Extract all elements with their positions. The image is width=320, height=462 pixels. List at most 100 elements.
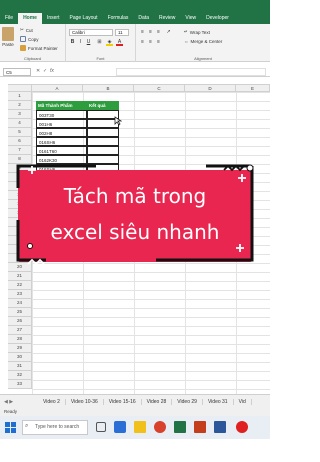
- align-left-button[interactable]: ≡: [139, 39, 146, 46]
- copy-button[interactable]: Copy: [20, 36, 39, 42]
- row-header[interactable]: 28: [8, 335, 32, 344]
- cut-button[interactable]: ✂ Cut: [20, 27, 33, 33]
- file-explorer-icon[interactable]: [134, 421, 146, 433]
- font-size-select[interactable]: 11: [115, 29, 129, 36]
- font-color-button[interactable]: A: [116, 39, 123, 46]
- table-cell[interactable]: 002H8: [36, 128, 87, 137]
- sheet-tab[interactable]: Video 28: [142, 398, 173, 405]
- row-header[interactable]: 5: [8, 128, 32, 137]
- enter-icon[interactable]: ✓: [43, 68, 47, 74]
- sheet-tab[interactable]: Vid: [234, 398, 252, 405]
- table-cell[interactable]: 003T30: [36, 110, 87, 119]
- row-header[interactable]: 1: [8, 92, 32, 101]
- wrap-text-icon: ↵: [184, 29, 188, 34]
- sheet-tab[interactable]: Video 31: [203, 398, 234, 405]
- sheet-nav-arrows[interactable]: ◀ ▶: [0, 399, 38, 405]
- italic-button[interactable]: I: [77, 39, 84, 46]
- font-color-icon: A: [117, 39, 122, 45]
- chrome-icon[interactable]: [154, 421, 166, 433]
- align-top-button[interactable]: ≡: [139, 29, 146, 36]
- wrap-text-button[interactable]: ↵ Wrap Text: [184, 29, 210, 35]
- table-cell[interactable]: 0161T60: [36, 146, 87, 155]
- app-icon[interactable]: [236, 421, 248, 433]
- row-header[interactable]: 22: [8, 281, 32, 290]
- column-header-e[interactable]: E: [236, 84, 270, 92]
- borders-button[interactable]: ⊞: [96, 39, 103, 46]
- column-header-d[interactable]: D: [185, 84, 236, 92]
- header-cell-code[interactable]: Mã Thành Phẩm: [36, 101, 87, 110]
- word-icon[interactable]: [214, 421, 226, 433]
- row-header[interactable]: 27: [8, 326, 32, 335]
- header-cell-result[interactable]: Kết quả: [87, 101, 119, 110]
- edge-icon[interactable]: [114, 421, 126, 433]
- sheet-tab[interactable]: Video 2: [38, 398, 66, 405]
- row-header[interactable]: 2: [8, 101, 32, 110]
- font-family-select[interactable]: Calibri: [69, 29, 113, 36]
- row-header[interactable]: 26: [8, 317, 32, 326]
- name-box[interactable]: C5: [3, 68, 31, 76]
- select-all-corner[interactable]: [8, 84, 32, 92]
- bold-button[interactable]: B: [69, 39, 76, 46]
- column-header-c[interactable]: C: [134, 84, 185, 92]
- tab-data[interactable]: Data: [133, 13, 154, 23]
- format-painter-button[interactable]: Format Painter: [20, 45, 58, 51]
- table-cell[interactable]: [87, 137, 119, 146]
- row-header[interactable]: 21: [8, 272, 32, 281]
- paste-button[interactable]: Paste: [2, 27, 14, 47]
- row-header[interactable]: 23: [8, 290, 32, 299]
- sheet-tab[interactable]: Video 10-36: [66, 398, 104, 405]
- fill-color-button[interactable]: ◈: [106, 39, 113, 46]
- row-header[interactable]: 32: [8, 371, 32, 380]
- column-header-a[interactable]: A: [32, 84, 83, 92]
- row-header[interactable]: 25: [8, 308, 32, 317]
- row-header[interactable]: 7: [8, 146, 32, 155]
- formula-controls: ✕ ✓ fx: [36, 68, 54, 74]
- row-header[interactable]: 33: [8, 380, 32, 389]
- status-bar: Ready: [0, 408, 270, 416]
- row-header[interactable]: 29: [8, 344, 32, 353]
- wrap-text-label: Wrap Text: [189, 29, 210, 35]
- table-cell[interactable]: 016SH6: [36, 137, 87, 146]
- orientation-button[interactable]: ↗: [165, 29, 172, 36]
- task-view-icon[interactable]: [96, 422, 106, 432]
- row-header[interactable]: 24: [8, 299, 32, 308]
- table-cell[interactable]: [87, 146, 119, 155]
- align-center-button[interactable]: ≡: [147, 39, 154, 46]
- column-header-b[interactable]: B: [83, 84, 134, 92]
- row-header[interactable]: 3: [8, 110, 32, 119]
- align-middle-button[interactable]: ≡: [147, 29, 154, 36]
- table-cell[interactable]: [87, 128, 119, 137]
- align-right-button[interactable]: ≡: [155, 39, 162, 46]
- merge-icon: ⇔: [184, 39, 189, 44]
- tab-developer[interactable]: Developer: [201, 13, 234, 23]
- fill-bucket-icon: ◈: [107, 39, 112, 45]
- underline-button[interactable]: U: [85, 39, 92, 46]
- cancel-icon[interactable]: ✕: [36, 68, 40, 74]
- table-cell[interactable]: 001H6: [36, 119, 87, 128]
- taskbar-search-input[interactable]: Type here to search: [22, 420, 88, 435]
- tab-formulas[interactable]: Formulas: [103, 13, 134, 23]
- tab-home[interactable]: Home: [18, 13, 42, 24]
- tab-view[interactable]: View: [180, 13, 201, 23]
- merge-center-button[interactable]: ⇔ Merge & Center: [184, 39, 222, 44]
- row-header[interactable]: 30: [8, 353, 32, 362]
- brush-icon: [20, 45, 26, 51]
- fx-icon[interactable]: fx: [50, 68, 54, 74]
- tab-page-layout[interactable]: Page Layout: [64, 13, 102, 23]
- tab-review[interactable]: Review: [154, 13, 180, 23]
- row-header[interactable]: 4: [8, 119, 32, 128]
- powerpoint-icon[interactable]: [194, 421, 206, 433]
- excel-icon[interactable]: [174, 421, 186, 433]
- row-header[interactable]: 6: [8, 137, 32, 146]
- cut-label: Cut: [25, 27, 33, 33]
- sheet-tab[interactable]: Video 29: [172, 398, 203, 405]
- tab-file[interactable]: File: [0, 13, 18, 23]
- align-center-icon: ≡: [149, 39, 152, 45]
- border-icon: ⊞: [97, 39, 102, 45]
- formula-input[interactable]: [116, 68, 266, 76]
- row-header[interactable]: 31: [8, 362, 32, 371]
- windows-start-icon[interactable]: [5, 422, 16, 433]
- align-bottom-button[interactable]: ≡: [155, 29, 162, 36]
- tab-insert[interactable]: Insert: [42, 13, 65, 23]
- sheet-tab[interactable]: Video 15-16: [104, 398, 142, 405]
